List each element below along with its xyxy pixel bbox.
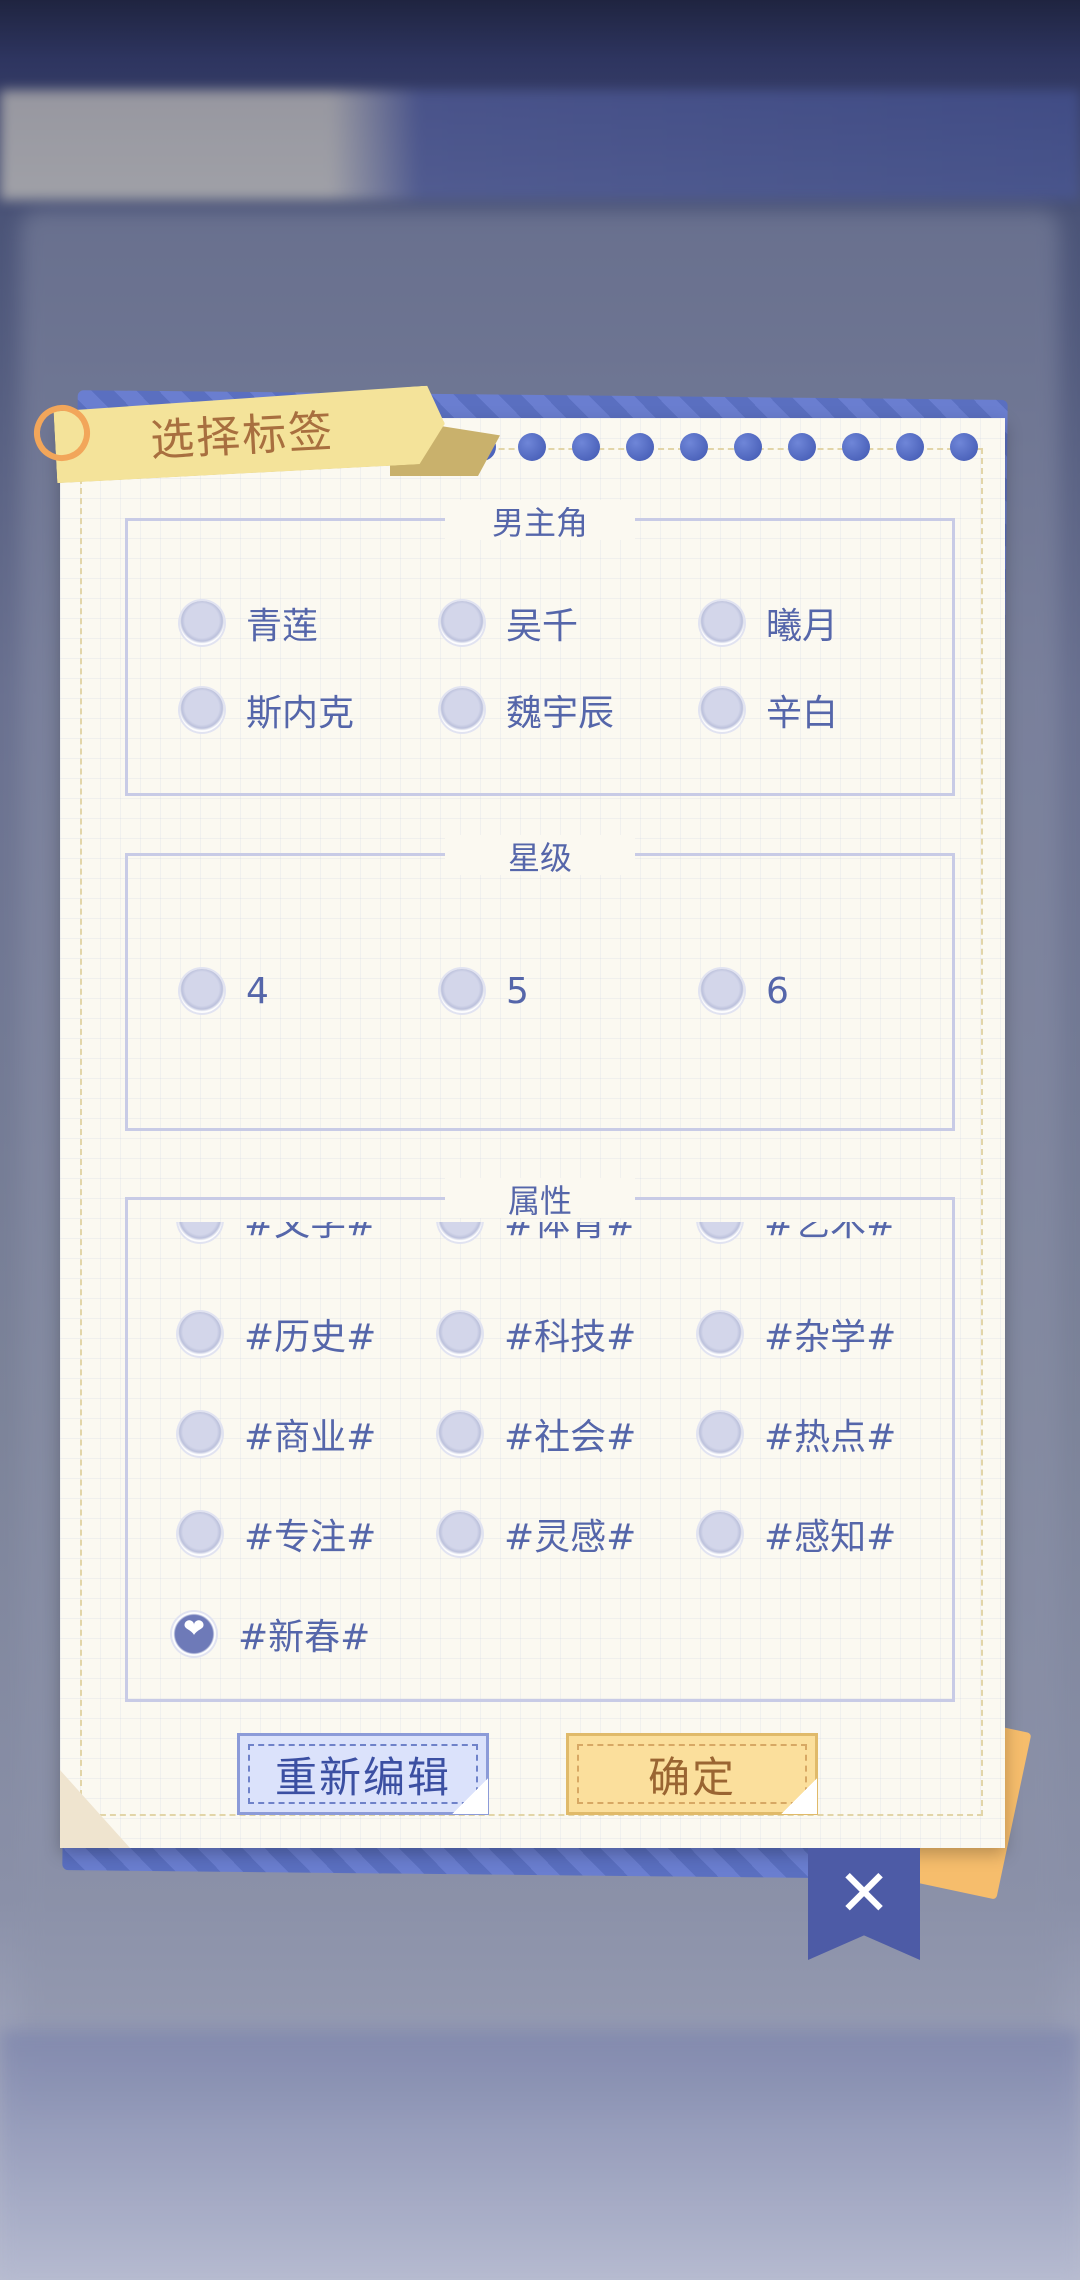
radio-button[interactable]	[698, 1312, 742, 1356]
option-perception[interactable]: #感知#	[698, 1508, 896, 1560]
option-wuqian[interactable]: 吴千	[440, 597, 578, 649]
backdrop-bottom	[0, 2030, 1080, 2280]
option-label: 魏宇辰	[506, 693, 615, 734]
option-misc[interactable]: #杂学#	[698, 1308, 896, 1360]
star-level-title: 星级	[507, 839, 572, 877]
option-label: 斯内克	[246, 693, 355, 734]
reset-button[interactable]: 重新编辑	[237, 1733, 489, 1815]
radio-button[interactable]	[178, 1512, 222, 1556]
option-label: #社会#	[504, 1417, 637, 1458]
option-weiyuchen[interactable]: 魏宇辰	[440, 684, 614, 736]
radio-button[interactable]	[440, 969, 484, 1013]
radio-button[interactable]	[438, 1412, 482, 1456]
option-hotspot[interactable]: #热点#	[698, 1408, 896, 1460]
radio-button[interactable]	[178, 1412, 222, 1456]
option-star-6[interactable]: 6	[700, 969, 789, 1013]
option-label: #杂学#	[764, 1317, 897, 1358]
option-inspiration[interactable]: #灵感#	[438, 1508, 636, 1560]
option-business[interactable]: #商业#	[178, 1408, 376, 1460]
option-sports[interactable]: #体育#	[438, 1222, 636, 1246]
radio-button[interactable]	[178, 1222, 222, 1242]
option-label: #科技#	[504, 1317, 637, 1358]
option-art[interactable]: #艺术#	[698, 1222, 896, 1246]
option-qinglian[interactable]: 青莲	[180, 597, 318, 649]
radio-button[interactable]	[438, 1512, 482, 1556]
radio-button-checked[interactable]	[172, 1612, 216, 1656]
option-label: 6	[766, 970, 789, 1012]
radio-button[interactable]	[698, 1222, 742, 1242]
option-sineike[interactable]: 斯内克	[180, 684, 354, 736]
option-label: #热点#	[764, 1417, 897, 1458]
binding-dot	[788, 433, 816, 461]
option-label: #体育#	[504, 1222, 637, 1244]
binding-dot	[950, 433, 978, 461]
radio-button[interactable]	[440, 688, 484, 732]
radio-button[interactable]	[180, 969, 224, 1013]
radio-button[interactable]	[180, 601, 224, 645]
option-label: 5	[506, 970, 529, 1012]
option-label: #感知#	[764, 1517, 897, 1558]
male-lead-section	[125, 518, 955, 796]
radio-button[interactable]	[440, 601, 484, 645]
option-literature[interactable]: #文学#	[178, 1222, 376, 1246]
option-tech[interactable]: #科技#	[438, 1308, 636, 1360]
option-history[interactable]: #历史#	[178, 1308, 376, 1360]
binding-dot	[842, 433, 870, 461]
option-society[interactable]: #社会#	[438, 1408, 636, 1460]
radio-button[interactable]	[698, 1412, 742, 1456]
option-label: #新春#	[238, 1617, 371, 1658]
option-label: #历史#	[244, 1317, 377, 1358]
radio-button[interactable]	[700, 969, 744, 1013]
option-label: #文学#	[244, 1222, 377, 1244]
option-label: #灵感#	[504, 1517, 637, 1558]
binding-dot	[734, 433, 762, 461]
option-label: 4	[246, 970, 269, 1012]
binding-dot	[626, 433, 654, 461]
binding-dot	[572, 433, 600, 461]
radio-button[interactable]	[178, 1312, 222, 1356]
option-xiyue[interactable]: 曦月	[700, 597, 838, 649]
binding-dot	[518, 433, 546, 461]
option-new-spring[interactable]: #新春#	[172, 1608, 370, 1660]
attribute-scroll-list[interactable]: #文学# #体育# #艺术# #历史# #科技# #杂学# #商业# #社会# …	[128, 1222, 952, 1697]
attribute-title: 属性	[507, 1182, 572, 1220]
page-curl	[781, 1778, 817, 1814]
confirm-button-label: 确定	[647, 1752, 736, 1802]
option-label: 辛白	[766, 693, 839, 734]
option-label: #商业#	[244, 1417, 377, 1458]
binding-dot	[680, 433, 708, 461]
backdrop-strip	[0, 90, 1080, 200]
option-label: 吴千	[506, 606, 579, 647]
binding-dot	[896, 433, 924, 461]
option-star-5[interactable]: 5	[440, 969, 529, 1013]
male-lead-title: 男主角	[491, 504, 588, 542]
option-label: #艺术#	[764, 1222, 897, 1244]
confirm-button[interactable]: 确定	[566, 1733, 818, 1815]
page-curl	[452, 1778, 488, 1814]
radio-button[interactable]	[700, 601, 744, 645]
option-focus[interactable]: #专注#	[178, 1508, 376, 1560]
reset-button-label: 重新编辑	[274, 1752, 451, 1802]
close-icon: ✕	[837, 1857, 891, 1931]
radio-button[interactable]	[698, 1512, 742, 1556]
dialog-title: 选择标签	[149, 406, 336, 467]
option-xinbai[interactable]: 辛白	[700, 684, 838, 736]
option-label: #专注#	[244, 1517, 377, 1558]
radio-button[interactable]	[700, 688, 744, 732]
option-star-4[interactable]: 4	[180, 969, 269, 1013]
radio-button[interactable]	[438, 1222, 482, 1242]
option-label: 青莲	[246, 606, 319, 647]
option-label: 曦月	[766, 606, 839, 647]
radio-button[interactable]	[438, 1312, 482, 1356]
radio-button[interactable]	[180, 688, 224, 732]
